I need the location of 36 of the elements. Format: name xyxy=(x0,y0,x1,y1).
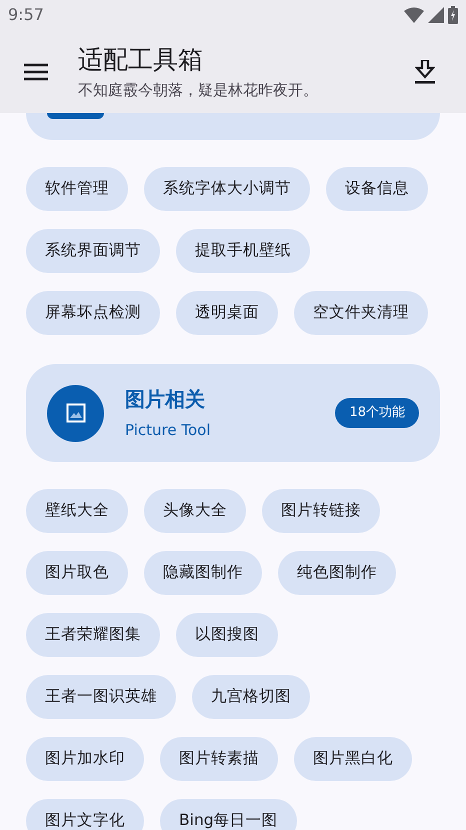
tool-chip[interactable]: 设备信息 xyxy=(326,167,428,211)
tool-chip[interactable]: 透明桌面 xyxy=(176,291,278,335)
app-subtitle: 不知庭霰今朝落，疑是林花昨夜开。 xyxy=(78,80,319,100)
signal-icon xyxy=(428,7,444,23)
tool-chip[interactable]: 纯色图制作 xyxy=(278,551,396,595)
tool-chip[interactable]: 图片加水印 xyxy=(26,737,144,781)
app-title: 适配工具箱 xyxy=(78,44,204,76)
tool-chip[interactable]: 图片文字化 xyxy=(26,799,144,830)
tool-chip[interactable]: 提取手机壁纸 xyxy=(176,229,310,273)
card-subtitle: Picture Tool xyxy=(125,420,212,440)
tool-chip[interactable]: 图片转素描 xyxy=(160,737,278,781)
feature-count-badge: 18个功能 xyxy=(335,398,419,428)
tool-chip[interactable]: 九宫格切图 xyxy=(192,675,310,719)
category-card[interactable] xyxy=(26,113,440,140)
tool-chip[interactable]: 软件管理 xyxy=(26,167,128,211)
tool-chip[interactable]: 系统界面调节 xyxy=(26,229,160,273)
tool-chip[interactable]: 空文件夹清理 xyxy=(294,291,428,335)
category-card[interactable]: 图片相关 Picture Tool 18个功能 xyxy=(26,364,440,462)
tool-chip[interactable]: 隐藏图制作 xyxy=(144,551,262,595)
tool-chip[interactable]: 王者荣耀图集 xyxy=(26,613,160,657)
tool-chip[interactable]: 壁纸大全 xyxy=(26,489,128,533)
wifi-icon xyxy=(404,7,424,23)
tool-chip[interactable]: 头像大全 xyxy=(144,489,246,533)
tool-chip[interactable]: 图片取色 xyxy=(26,551,128,595)
tool-chip[interactable]: 图片黑白化 xyxy=(294,737,412,781)
status-time: 9:57 xyxy=(8,4,44,26)
tool-chip[interactable]: Bing每日一图 xyxy=(160,799,297,830)
tool-chip[interactable]: 王者一图识英雄 xyxy=(26,675,176,719)
download-icon xyxy=(415,60,435,84)
tool-chip[interactable]: 系统字体大小调节 xyxy=(144,167,310,211)
card-title: 图片相关 xyxy=(125,386,206,412)
battery-icon xyxy=(448,6,458,24)
tool-chip[interactable]: 以图搜图 xyxy=(176,613,278,657)
tool-chip[interactable]: 图片转链接 xyxy=(262,489,380,533)
menu-icon xyxy=(24,62,48,80)
tool-chip[interactable]: 屏幕坏点检测 xyxy=(26,291,160,335)
